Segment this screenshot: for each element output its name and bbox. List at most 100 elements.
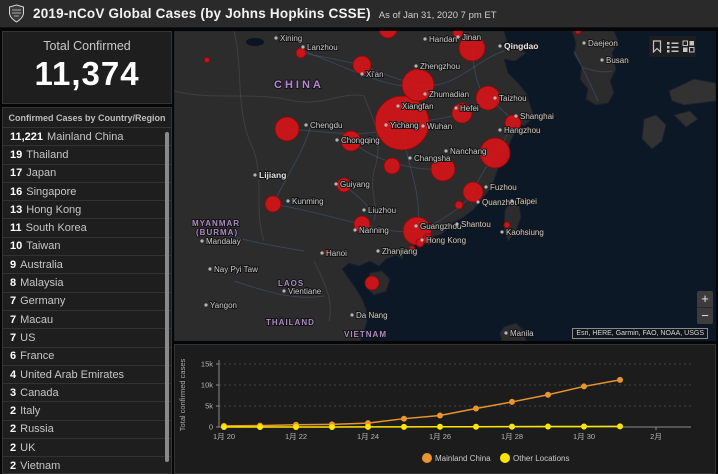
- case-circle[interactable]: [463, 182, 483, 202]
- country-count: 6: [10, 350, 16, 362]
- country-count: 9: [10, 259, 16, 271]
- country-row[interactable]: 10Taiwan: [3, 238, 171, 256]
- legend-icon[interactable]: [666, 41, 679, 53]
- country-name: United Arab Emirates: [20, 369, 124, 381]
- city-label: Taipei: [516, 197, 537, 206]
- data-point[interactable]: [365, 424, 371, 430]
- country-row[interactable]: 4United Arab Emirates: [3, 366, 171, 384]
- city-label: Hanoi: [326, 249, 347, 258]
- country-name: Vietnam: [20, 460, 60, 472]
- y-tick-label: 5k: [205, 402, 213, 411]
- country-row[interactable]: 19Thailand: [3, 146, 171, 164]
- data-point[interactable]: [401, 424, 407, 430]
- city-label: Vientiane: [288, 287, 322, 296]
- country-row[interactable]: 13Hong Kong: [3, 201, 171, 219]
- x-tick-label: 2月: [650, 432, 662, 441]
- country-name: Japan: [26, 167, 56, 179]
- city-dot: [353, 228, 356, 231]
- country-name: Canada: [20, 387, 59, 399]
- legend-swatch[interactable]: [422, 453, 432, 463]
- country-row[interactable]: 3Canada: [3, 384, 171, 402]
- line-chart: 05k10k15k1月 201月 221月 241月 261月 281月 302…: [175, 345, 715, 473]
- country-count: 2: [10, 423, 16, 435]
- case-circle[interactable]: [384, 158, 400, 174]
- city-label: Guangzhou: [420, 222, 461, 231]
- data-point[interactable]: [221, 424, 227, 430]
- country-row[interactable]: 7US: [3, 329, 171, 347]
- city-dot: [500, 230, 503, 233]
- data-point[interactable]: [545, 424, 551, 430]
- country-row[interactable]: 2Russia: [3, 421, 171, 439]
- legend-label[interactable]: Other Locations: [513, 454, 569, 463]
- data-point[interactable]: [437, 424, 443, 430]
- country-row[interactable]: 8Malaysia: [3, 274, 171, 292]
- basemap-icon[interactable]: [682, 40, 695, 53]
- total-confirmed-label: Total Confirmed: [3, 39, 171, 53]
- data-point[interactable]: [617, 423, 623, 429]
- city-label: Da Nang: [356, 311, 388, 320]
- legend-label[interactable]: Mainland China: [435, 454, 491, 463]
- city-dot: [208, 267, 211, 270]
- country-count: 11,221: [10, 131, 43, 143]
- city-label: Manila: [510, 329, 534, 338]
- city-label: Yangon: [210, 301, 237, 310]
- city-label: Qingdao: [504, 41, 538, 51]
- country-row[interactable]: 2UK: [3, 439, 171, 457]
- city-dot: [455, 222, 458, 225]
- legend-swatch[interactable]: [500, 453, 510, 463]
- data-point[interactable]: [293, 424, 299, 430]
- map-canvas[interactable]: XiningLanzhouCHINAXi'anZhengzhouHandanJi…: [174, 31, 716, 341]
- city-dot: [454, 106, 457, 109]
- map-panel[interactable]: XiningLanzhouCHINAXi'anZhengzhouHandanJi…: [174, 31, 716, 341]
- country-name: France: [20, 350, 54, 362]
- data-point[interactable]: [473, 424, 479, 430]
- data-point[interactable]: [329, 424, 335, 430]
- data-point[interactable]: [581, 383, 587, 389]
- city-label: Mandalay: [206, 237, 241, 246]
- city-label: Zhengzhou: [420, 62, 460, 71]
- data-point[interactable]: [473, 405, 479, 411]
- city-dot: [514, 114, 517, 117]
- case-circle[interactable]: [205, 58, 210, 63]
- city-dot: [498, 128, 501, 131]
- country-row[interactable]: 7Germany: [3, 293, 171, 311]
- country-row[interactable]: 16Singapore: [3, 183, 171, 201]
- data-point[interactable]: [617, 377, 623, 383]
- zoom-out-button[interactable]: −: [697, 307, 713, 324]
- country-row[interactable]: 11South Korea: [3, 219, 171, 237]
- city-dot: [476, 200, 479, 203]
- case-circle[interactable]: [296, 48, 306, 58]
- data-point[interactable]: [581, 424, 587, 430]
- country-list-title: Confirmed Cases by Country/Region: [3, 108, 171, 128]
- country-row[interactable]: 6 France: [3, 348, 171, 366]
- country-row[interactable]: 2Italy: [3, 402, 171, 420]
- case-circle[interactable]: [265, 196, 281, 212]
- bookmark-icon[interactable]: [651, 40, 663, 53]
- list-scrollbar[interactable]: [165, 132, 169, 462]
- zoom-in-button[interactable]: +: [697, 291, 713, 307]
- country-row[interactable]: 9Australia: [3, 256, 171, 274]
- country-row[interactable]: 11,221Mainland China: [3, 128, 171, 146]
- city-label: Daejeon: [588, 39, 618, 48]
- country-label: (BURMA): [196, 228, 238, 237]
- city-dot: [350, 313, 353, 316]
- city-label: Fuzhou: [490, 183, 517, 192]
- case-circle[interactable]: [275, 117, 299, 141]
- case-circle[interactable]: [455, 201, 463, 209]
- data-point[interactable]: [509, 424, 515, 430]
- city-label: Liuzhou: [368, 206, 396, 215]
- data-point[interactable]: [437, 413, 443, 419]
- country-row[interactable]: 7Macau: [3, 311, 171, 329]
- data-point[interactable]: [545, 392, 551, 398]
- x-tick-label: 1月 30: [573, 432, 595, 441]
- data-point[interactable]: [401, 416, 407, 422]
- case-circle[interactable]: [575, 31, 581, 34]
- city-dot: [600, 58, 603, 61]
- dashboard-root: { "header": { "title": "2019-nCoV Global…: [0, 0, 718, 474]
- country-count: 7: [10, 314, 16, 326]
- case-circle[interactable]: [365, 276, 379, 290]
- data-point[interactable]: [257, 424, 263, 430]
- country-row[interactable]: 2Vietnam: [3, 457, 171, 474]
- data-point[interactable]: [509, 399, 515, 405]
- country-row[interactable]: 17Japan: [3, 165, 171, 183]
